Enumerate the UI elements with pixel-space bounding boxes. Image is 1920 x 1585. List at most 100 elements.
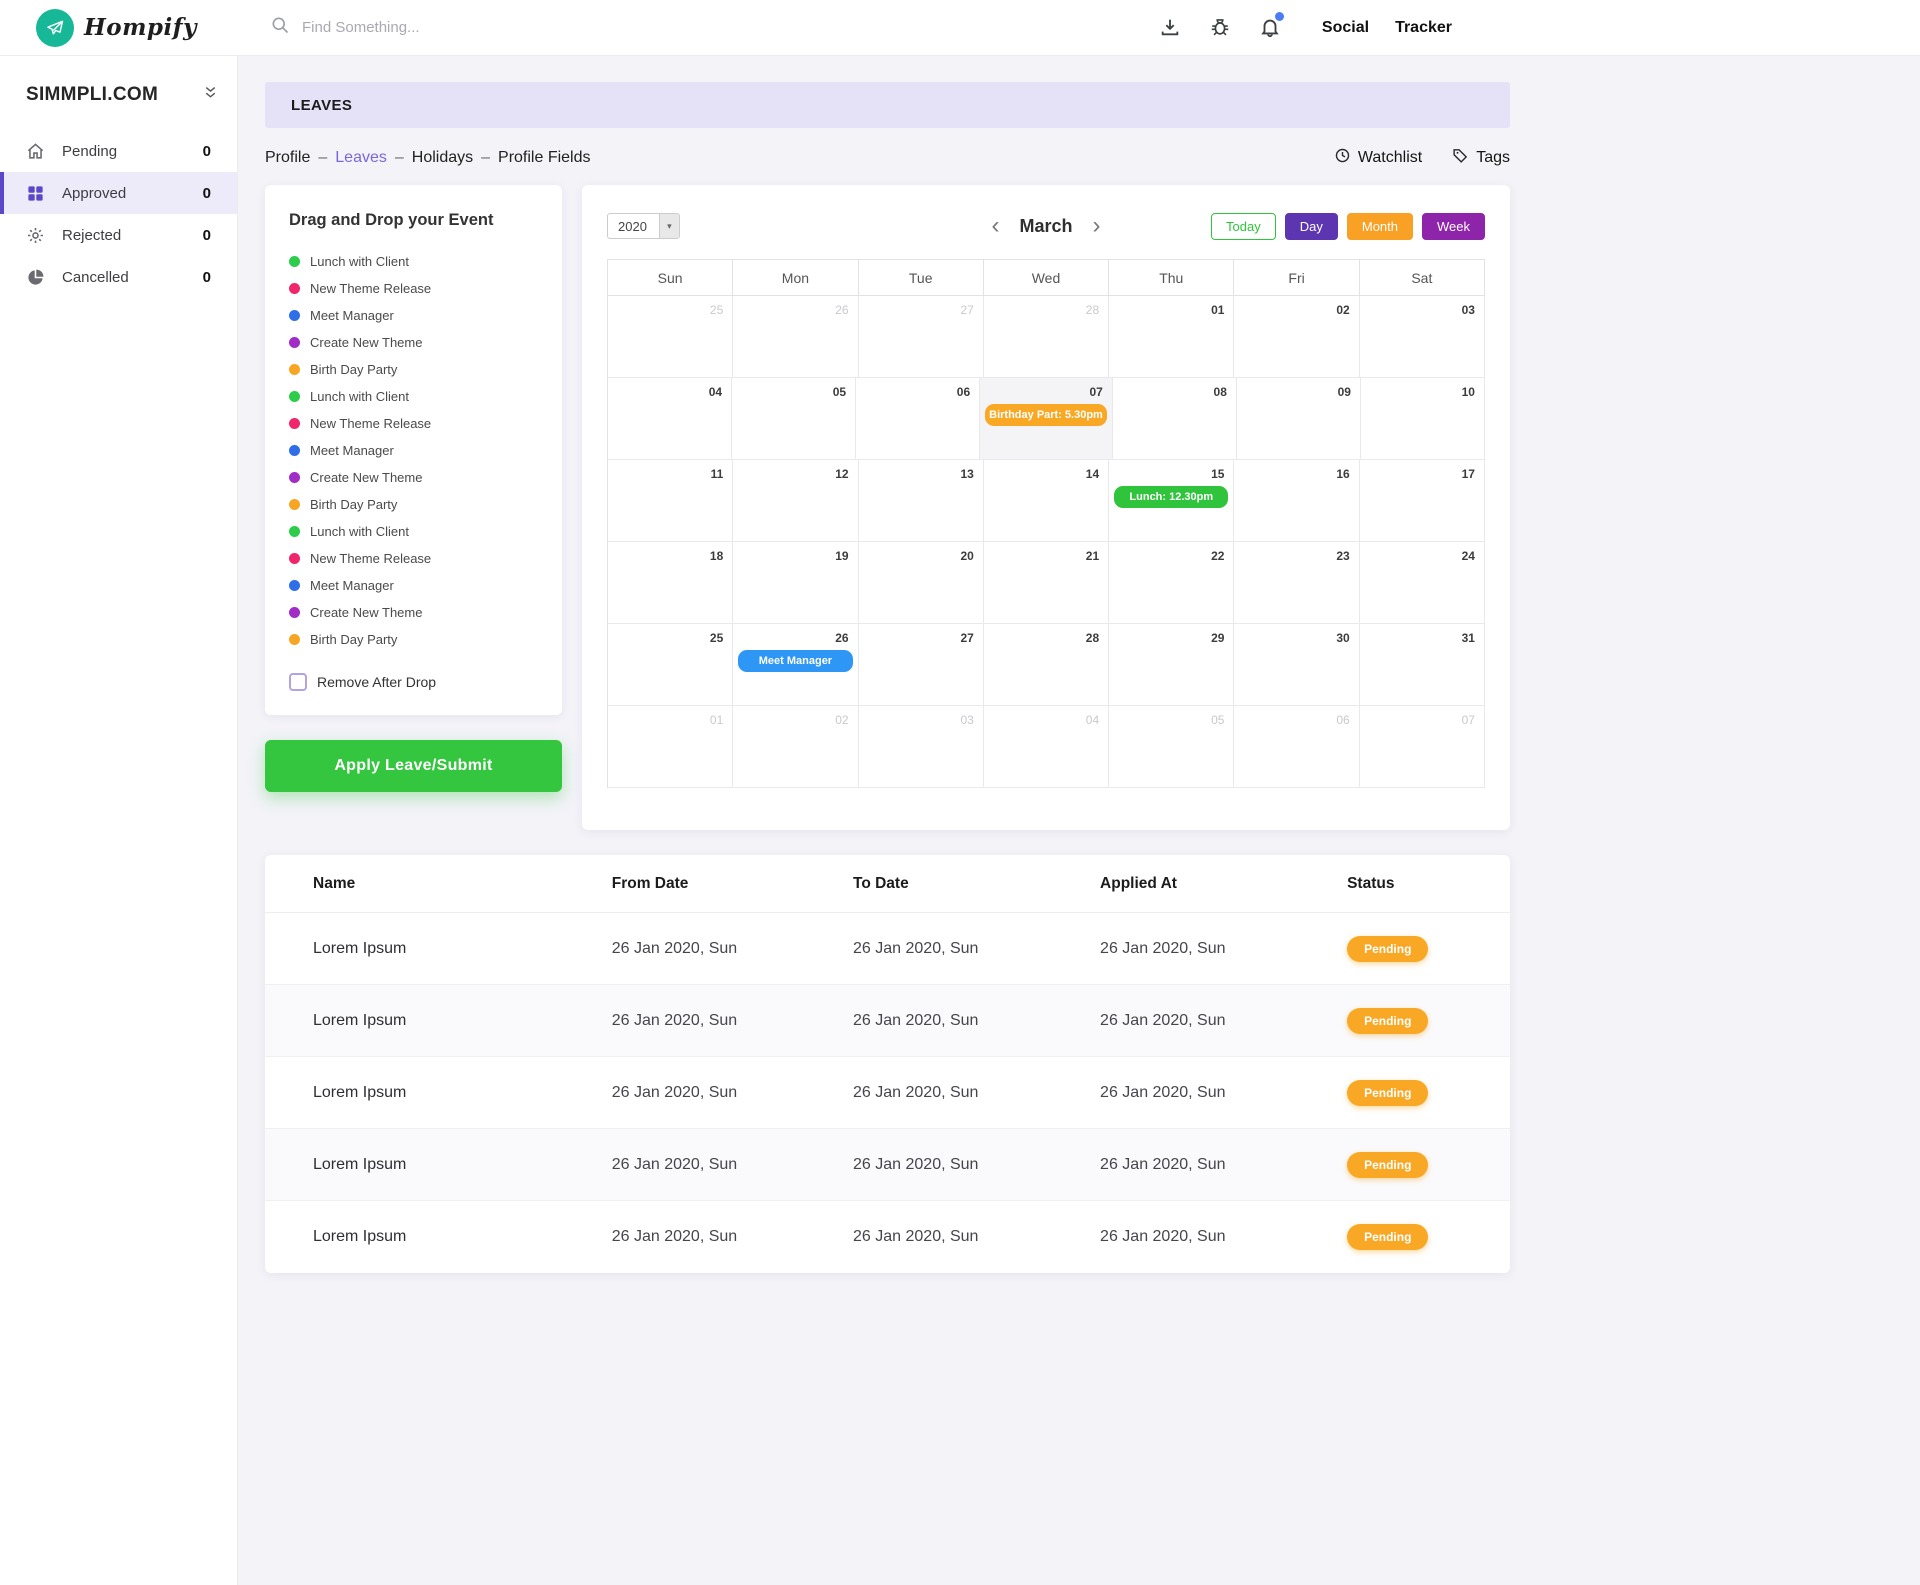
calendar-day-cell[interactable]: 15Lunch: 12.30pm (1109, 460, 1234, 542)
nav-social[interactable]: Social (1322, 19, 1369, 37)
calendar-day-cell[interactable]: 10 (1361, 378, 1485, 460)
calendar-day-cell[interactable]: 21 (984, 542, 1109, 624)
calendar-day-cell[interactable]: 18 (608, 542, 733, 624)
collapse-sidebar-icon[interactable] (202, 84, 219, 106)
calendar-day-cell[interactable]: 04 (984, 706, 1109, 788)
calendar-day-cell[interactable]: 27 (859, 624, 984, 706)
breadcrumb-item-holidays[interactable]: Holidays (412, 149, 473, 167)
calendar-week-row: 181920212223 24 (608, 542, 1485, 624)
calendar-day-cell[interactable]: 03 (859, 706, 984, 788)
calendar-day-cell[interactable]: 03 (1360, 296, 1485, 378)
year-select[interactable]: 2020 ▾ (607, 213, 680, 239)
draggable-event[interactable]: Lunch with Client (289, 248, 538, 275)
draggable-event[interactable]: Create New Theme (289, 599, 538, 626)
draggable-event[interactable]: Birth Day Party (289, 491, 538, 518)
draggable-event[interactable]: New Theme Release (289, 275, 538, 302)
draggable-event[interactable]: Meet Manager (289, 437, 538, 464)
watchlist-button[interactable]: Watchlist (1334, 147, 1422, 169)
calendar-day-cell[interactable]: 05 (732, 378, 856, 460)
calendar-day-cell[interactable]: 20 (859, 542, 984, 624)
calendar-day-cell[interactable]: 22 (1109, 542, 1234, 624)
prev-month-button[interactable]: ‹ (991, 214, 999, 238)
calendar-day-cell[interactable]: 13 (859, 460, 984, 542)
table-row[interactable]: Lorem Ipsum26 Jan 2020, Sun26 Jan 2020, … (265, 913, 1510, 985)
draggable-event[interactable]: Birth Day Party (289, 356, 538, 383)
breadcrumb-item-leaves[interactable]: Leaves (335, 149, 387, 167)
table-row[interactable]: Lorem Ipsum26 Jan 2020, Sun26 Jan 2020, … (265, 985, 1510, 1057)
calendar-day-cell[interactable]: 28 (984, 624, 1109, 706)
remove-after-drop-checkbox[interactable] (289, 673, 307, 691)
calendar-day-cell[interactable]: 30 (1234, 624, 1359, 706)
calendar-event[interactable]: Lunch: 12.30pm (1114, 486, 1228, 508)
calendar-event[interactable]: Meet Manager (738, 650, 852, 672)
download-button[interactable] (1158, 16, 1182, 40)
sidebar-item-pending[interactable]: Pending0 (0, 130, 237, 172)
calendar-day-cell[interactable]: 26Meet Manager (733, 624, 858, 706)
calendar-day-cell[interactable]: 12 (733, 460, 858, 542)
calendar-day-cell[interactable]: 25 (608, 296, 733, 378)
calendar-day-cell[interactable]: 08 (1113, 378, 1237, 460)
breadcrumb-item-profile[interactable]: Profile (265, 149, 310, 167)
calendar-day-cell[interactable]: 26 (733, 296, 858, 378)
day-number: 13 (960, 467, 973, 481)
draggable-event[interactable]: Lunch with Client (289, 383, 538, 410)
calendar-day-cell[interactable]: 05 (1109, 706, 1234, 788)
calendar-day-cell[interactable]: 16 (1234, 460, 1359, 542)
home-icon (26, 141, 46, 161)
calendar-day-cell[interactable]: 04 (608, 378, 732, 460)
calendar-day-cell[interactable]: 06 (856, 378, 980, 460)
calendar-day-cell[interactable]: 19 (733, 542, 858, 624)
view-today-button[interactable]: Today (1211, 213, 1276, 240)
bug-report-button[interactable] (1208, 16, 1232, 40)
nav-tracker[interactable]: Tracker (1395, 19, 1452, 37)
calendar-day-cell[interactable]: 28 (984, 296, 1109, 378)
calendar-day-cell[interactable]: 01 (1109, 296, 1234, 378)
draggable-event[interactable]: New Theme Release (289, 410, 538, 437)
view-week-button[interactable]: Week (1422, 213, 1485, 240)
draggable-event[interactable]: New Theme Release (289, 545, 538, 572)
draggable-event[interactable]: Lunch with Client (289, 518, 538, 545)
calendar-event[interactable]: Birthday Part: 5.30pm (985, 404, 1107, 426)
search-input[interactable] (302, 19, 722, 36)
breadcrumb-item-profile-fields[interactable]: Profile Fields (498, 149, 590, 167)
next-month-button[interactable]: › (1093, 214, 1101, 238)
day-number: 10 (1462, 385, 1475, 399)
calendar-day-cell[interactable]: 11 (608, 460, 733, 542)
view-day-button[interactable]: Day (1285, 213, 1338, 240)
sidebar-item-rejected[interactable]: Rejected0 (0, 214, 237, 256)
notifications-button[interactable] (1258, 16, 1282, 40)
calendar-day-cell[interactable]: 14 (984, 460, 1109, 542)
calendar-day-cell[interactable]: 06 (1234, 706, 1359, 788)
draggable-event[interactable]: Meet Manager (289, 302, 538, 329)
calendar-day-cell[interactable]: 27 (859, 296, 984, 378)
remove-after-drop-option[interactable]: Remove After Drop (289, 673, 538, 691)
draggable-event[interactable]: Create New Theme (289, 464, 538, 491)
calendar-day-cell[interactable]: 01 (608, 706, 733, 788)
calendar-day-cell[interactable]: 31 (1360, 624, 1485, 706)
calendar-day-cell[interactable]: 09 (1237, 378, 1361, 460)
draggable-event[interactable]: Create New Theme (289, 329, 538, 356)
calendar-day-cell[interactable]: 02 (733, 706, 858, 788)
sidebar-item-cancelled[interactable]: Cancelled0 (0, 256, 237, 298)
calendar-day-cell[interactable]: 07 (1360, 706, 1485, 788)
calendar-day-cell[interactable]: 07Birthday Part: 5.30pm (980, 378, 1113, 460)
calendar-day-cell[interactable]: 25 (608, 624, 733, 706)
draggable-event[interactable]: Meet Manager (289, 572, 538, 599)
tags-button[interactable]: Tags (1452, 147, 1510, 169)
draggable-event[interactable]: Birth Day Party (289, 626, 538, 653)
event-color-dot (289, 445, 300, 456)
day-number: 17 (1462, 467, 1475, 481)
calendar-day-cell[interactable]: 29 (1109, 624, 1234, 706)
calendar-day-cell[interactable]: 24 (1360, 542, 1485, 624)
table-row[interactable]: Lorem Ipsum26 Jan 2020, Sun26 Jan 2020, … (265, 1129, 1510, 1201)
apply-leave-button[interactable]: Apply Leave/Submit (265, 740, 562, 792)
sidebar-item-approved[interactable]: Approved0 (0, 172, 237, 214)
calendar-day-cell[interactable]: 23 (1234, 542, 1359, 624)
table-row[interactable]: Lorem Ipsum26 Jan 2020, Sun26 Jan 2020, … (265, 1201, 1510, 1273)
calendar-day-cell[interactable]: 02 (1234, 296, 1359, 378)
view-month-button[interactable]: Month (1347, 213, 1413, 240)
brand-logo[interactable]: Hompify (0, 9, 238, 47)
calendar-day-cell[interactable]: 17 (1360, 460, 1485, 542)
table-row[interactable]: Lorem Ipsum26 Jan 2020, Sun26 Jan 2020, … (265, 1057, 1510, 1129)
day-number: 24 (1462, 549, 1475, 563)
